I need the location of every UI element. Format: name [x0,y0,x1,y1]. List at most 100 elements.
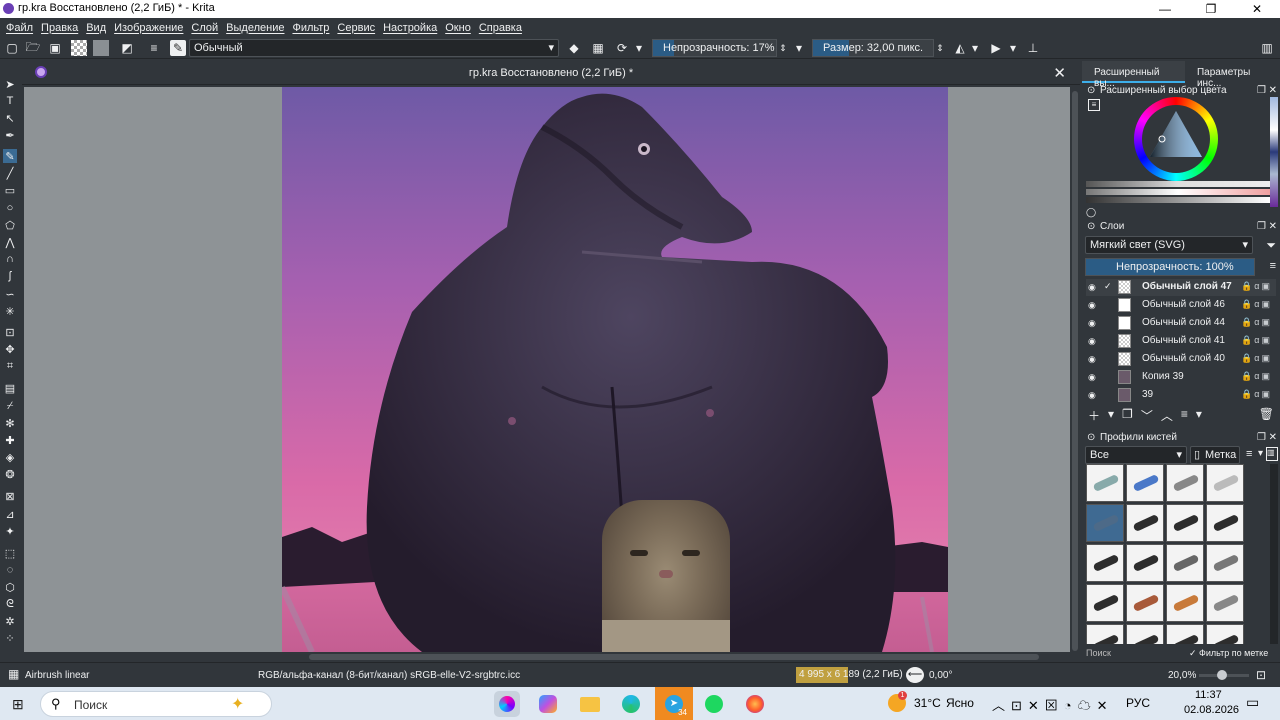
crop-tool-icon[interactable]: ⌗ [3,359,17,373]
preserve-alpha-icon[interactable]: ▦ [590,40,606,56]
menu-help[interactable]: Справка [479,22,522,34]
brush-size-slider[interactable]: Размер: 32,00 пикс. [812,39,934,57]
float-docker-icon[interactable]: ❐ [1257,219,1266,234]
brush-grid-icon[interactable]: ▥ [1266,447,1278,461]
input-language[interactable]: РУС [1126,696,1150,710]
weather-sun-icon[interactable]: 1 [888,691,907,712]
color-history-bar[interactable] [1086,181,1270,187]
freehand-selection-icon[interactable]: ᘓ [3,597,17,611]
layer-row[interactable]: ◉ Копия 39 🔒α▣ [1086,369,1276,386]
horizontal-scroll-thumb[interactable] [309,654,1039,660]
similar-color-selection-icon[interactable]: ⁘ [3,631,17,645]
menu-view[interactable]: Вид [86,22,106,34]
layer-lock-alpha-icons[interactable]: 🔒α▣ [1241,371,1272,382]
menu-tools[interactable]: Сервис [337,22,375,34]
close-document-button[interactable]: ✕ [1053,64,1066,82]
layer-lock-alpha-icons[interactable]: 🔒α▣ [1241,281,1272,292]
close-window-button[interactable]: ✕ [1234,0,1280,18]
brush-tag-filter-select[interactable]: Все ▾ [1085,446,1187,464]
layer-blend-mode-select[interactable]: Мягкий свет (SVG) ▾ [1085,236,1253,254]
transform-tool-icon[interactable]: ⊡ [3,325,17,339]
elliptical-selection-icon[interactable]: ◌ [3,563,17,577]
layer-opacity-slider[interactable]: Непрозрачность: 100% [1085,258,1255,276]
move-tool-icon[interactable]: ✥ [3,342,17,356]
brush-preset[interactable] [1166,584,1204,622]
edit-shapes-tool-icon[interactable]: ↖ [3,111,17,125]
close-docker-icon[interactable]: ✕ [1269,219,1277,234]
firefox-icon[interactable] [742,691,768,717]
text-tool-icon[interactable]: T [3,94,17,108]
color-shade-bar[interactable] [1086,189,1270,195]
gradient-swatch[interactable] [71,40,87,56]
new-document-icon[interactable]: ▢ [4,40,20,56]
brush-preset-icon[interactable]: ✎ [170,40,186,56]
polyline-tool-icon[interactable]: ⋀ [3,235,17,249]
saturation-value-triangle[interactable] [1142,105,1210,173]
brush-preset[interactable] [1206,464,1244,502]
reload-preset-icon[interactable]: ⟳ [614,40,630,56]
fullscreen-icon[interactable]: ⊡ [1256,668,1266,682]
layer-lock-alpha-icons[interactable]: 🔒α▣ [1241,335,1272,346]
reset-icon[interactable]: ◯ [1086,207,1096,218]
zoom-level[interactable]: 20,0% [1168,670,1196,681]
brush-view-options-icon[interactable]: ≡ [1246,448,1252,460]
spotify-icon[interactable] [701,691,727,717]
brush-preset[interactable] [1086,624,1124,644]
brush-preset[interactable] [1086,464,1124,502]
multibrush-tool-icon[interactable]: ✳ [3,304,17,318]
visibility-eye-icon[interactable]: ◉ [1088,282,1096,293]
minimize-button[interactable]: — [1142,0,1188,18]
brush-preset[interactable] [1126,504,1164,542]
brush-preset[interactable] [1166,504,1204,542]
assistant-tool-icon[interactable]: ⊠ [3,489,17,503]
filter-by-tag-checkbox[interactable]: ✓ Фильтр по метке [1189,648,1268,659]
layer-properties-icon[interactable]: ≡ [1181,407,1188,425]
layer-row[interactable]: ◉ Обычный слой 41 🔒α▣ [1086,333,1276,350]
file-explorer-icon[interactable] [577,691,603,717]
enclose-fill-tool-icon[interactable]: ❂ [3,467,17,481]
move-layer-down-icon[interactable]: ﹀ [1141,407,1153,425]
mirror-horizontal-icon[interactable]: ◭ [952,40,968,56]
blend-mode-select[interactable]: Обычный ▾ [189,39,559,57]
rectangular-selection-icon[interactable]: ⬚ [3,546,17,560]
weather-temp[interactable]: 31°C [914,696,941,710]
rotate-canvas-icon[interactable]: ⟵ [906,667,924,683]
layer-row[interactable]: ◉ ✓ Обычный слой 47 🔒α▣ [1086,279,1276,296]
rectangle-tool-icon[interactable]: ▭ [3,183,17,197]
size-spin-icon[interactable]: ⇕ [935,40,945,56]
visibility-eye-icon[interactable]: ◉ [1088,372,1096,383]
close-docker-icon[interactable]: ✕ [1269,430,1277,445]
layer-lock-alpha-icons[interactable]: 🔒α▣ [1241,389,1272,400]
chevron-down-icon[interactable]: ▾ [1008,40,1018,56]
layer-lock-alpha-icons[interactable]: 🔒α▣ [1241,317,1272,328]
vertical-scrollbar[interactable] [1070,87,1080,652]
brush-preset[interactable] [1126,584,1164,622]
contiguous-selection-icon[interactable]: ✲ [3,614,17,628]
layer-options-icon[interactable]: ≡ [1270,260,1276,272]
brush-preset[interactable] [1206,584,1244,622]
brush-preset[interactable] [1206,544,1244,582]
layer-row[interactable]: ◉ Обычный слой 44 🔒α▣ [1086,315,1276,332]
chevron-down-icon[interactable]: ▾ [794,40,804,56]
smart-patch-tool-icon[interactable]: ✚ [3,433,17,447]
brush-grid-scrollbar[interactable] [1270,464,1278,644]
chevron-down-icon[interactable]: ▾ [634,40,644,56]
bezier-tool-icon[interactable]: ∩ [3,252,17,266]
rotation-angle[interactable]: 0,00° [929,670,952,681]
visibility-eye-icon[interactable]: ◉ [1088,300,1096,311]
pattern-swatch[interactable] [93,40,109,56]
eraser-mode-icon[interactable]: ◆ [566,40,582,56]
tab-advanced-color-selector[interactable]: Расширенный вы... [1082,61,1185,89]
layer-row[interactable]: ◉ Обычный слой 46 🔒α▣ [1086,297,1276,314]
line-tool-icon[interactable]: ╱ [3,166,17,180]
freehand-path-tool-icon[interactable]: ʃ [3,269,17,283]
polygonal-selection-icon[interactable]: ⬡ [3,580,17,594]
float-docker-icon[interactable]: ❐ [1257,83,1266,98]
lock-icon[interactable]: ⊙ [1087,219,1095,234]
mirror-vertical-icon[interactable]: ▶ [988,40,1004,56]
menu-image[interactable]: Изображение [114,22,183,34]
measure-tool-icon[interactable]: ⊿ [3,507,17,521]
copilot-taskbar-icon[interactable] [535,691,561,717]
maximize-button[interactable]: ❐ [1188,0,1234,18]
edit-brush-settings-icon[interactable]: ≡ [146,40,162,56]
